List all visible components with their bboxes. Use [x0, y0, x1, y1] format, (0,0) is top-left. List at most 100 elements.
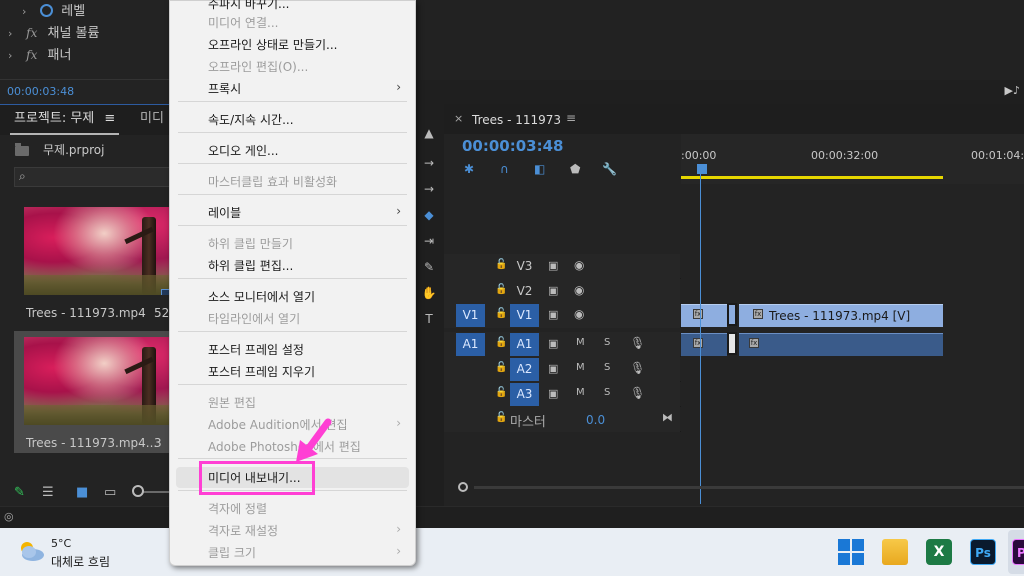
effect-controls-timecode[interactable]: 00:00:03:48 — [7, 85, 74, 98]
lock-icon[interactable]: 🔓 — [495, 259, 507, 270]
eye-icon[interactable]: ◉ — [574, 258, 584, 272]
scrollbar-handle[interactable] — [458, 482, 468, 492]
microphone-icon[interactable]: 🎙 — [630, 361, 645, 375]
menu-item[interactable]: 격자에 정렬 — [170, 498, 415, 519]
pencil-icon[interactable]: ✎ — [14, 485, 25, 500]
menu-item[interactable]: 프록시 › — [170, 78, 415, 99]
lock-icon[interactable]: 🔓 — [495, 284, 507, 295]
track-target-a1[interactable]: A1 — [510, 333, 539, 356]
menu-item[interactable]: 오프라인 편집(O)... — [170, 56, 415, 77]
stopwatch-icon[interactable] — [40, 4, 54, 17]
track-target-v3[interactable]: V3 — [510, 255, 539, 278]
ripple-edit-tool-icon[interactable]: ◆ — [414, 208, 444, 222]
pen-tool-icon[interactable]: ✎ — [414, 260, 444, 274]
panel-menu-icon[interactable]: ≡ — [566, 111, 576, 125]
lock-icon[interactable]: 🔓 — [495, 308, 507, 319]
menu-item[interactable]: 포스터 프레임 지우기 — [170, 361, 415, 382]
track-lane[interactable] — [681, 382, 1024, 407]
sync-lock-icon[interactable]: ▣ — [548, 337, 558, 350]
eye-icon[interactable]: ◉ — [574, 283, 584, 297]
panel-menu-icon[interactable]: ≡ — [104, 111, 115, 126]
tab-project[interactable]: 프로젝트: 무제 ≡ — [10, 105, 120, 135]
track-lane[interactable] — [681, 407, 1024, 432]
chevron-right-icon[interactable]: › — [8, 46, 22, 66]
playhead-line[interactable] — [700, 172, 701, 504]
mute-button[interactable]: M — [576, 337, 585, 348]
timeline-timecode[interactable]: 00:00:03:48 — [462, 137, 564, 155]
nest-toggle-icon[interactable]: ✱ — [464, 162, 474, 176]
menu-item[interactable]: 원본 편집 — [170, 392, 415, 413]
video-clip[interactable]: fx — [681, 304, 727, 327]
clip-thumbnail[interactable] — [24, 337, 170, 425]
solo-button[interactable]: S — [604, 337, 610, 348]
track-lane[interactable]: fx fx Trees - 111973.mp4 [V] — [681, 303, 1024, 328]
icon-view-icon[interactable]: ■ — [76, 485, 88, 500]
menu-item[interactable]: 미디어 연결... — [170, 12, 415, 33]
chevron-right-icon[interactable]: › — [8, 24, 22, 44]
menu-item[interactable]: 하위 클립 만들기 — [170, 233, 415, 254]
source-patch-a1[interactable]: A1 — [456, 333, 485, 356]
track-select-tool-icon[interactable]: → — [414, 182, 444, 196]
track-target-v2[interactable]: V2 — [510, 280, 539, 303]
track-target-a3[interactable]: A3 — [510, 383, 539, 406]
master-volume-value[interactable]: 0.0 — [586, 413, 605, 427]
search-input[interactable]: ⌕ — [14, 167, 170, 187]
excel-icon[interactable]: X — [926, 539, 952, 565]
menu-item[interactable]: 오프라인 상태로 만들기... — [170, 34, 415, 55]
mute-button[interactable]: M — [576, 387, 585, 398]
sync-lock-icon[interactable]: ▣ — [548, 387, 558, 400]
sync-lock-icon[interactable]: ▣ — [548, 362, 558, 375]
weather-description[interactable]: 대체로 흐림 — [51, 553, 110, 570]
photoshop-icon[interactable]: Ps — [970, 539, 996, 565]
track-lane[interactable] — [681, 357, 1024, 382]
wrench-icon[interactable]: 🔧 — [602, 162, 617, 176]
track-target-v1[interactable]: V1 — [510, 304, 539, 327]
close-icon[interactable]: × — [454, 112, 463, 125]
microphone-icon[interactable]: 🎙 — [630, 386, 645, 400]
edit-point[interactable] — [727, 303, 737, 326]
menu-item[interactable]: 타임라인에서 열기 — [170, 308, 415, 329]
go-to-end-icon[interactable]: ⧓ — [662, 411, 673, 424]
track-target-a2[interactable]: A2 — [510, 358, 539, 381]
clip-thumbnail[interactable] — [24, 207, 170, 295]
menu-item[interactable]: 하위 클립 편집... — [170, 255, 415, 276]
track-lane[interactable]: fx fx — [681, 332, 1024, 357]
video-clip[interactable]: fx Trees - 111973.mp4 [V] — [739, 304, 943, 327]
menu-item[interactable]: 클립 크기 › — [170, 542, 415, 563]
menu-item[interactable]: 마스터클립 효과 비활성화 — [170, 171, 415, 192]
list-view-icon[interactable]: ☰ — [42, 485, 54, 500]
lock-icon[interactable]: 🔓 — [495, 387, 507, 398]
sync-lock-icon[interactable]: ▣ — [548, 284, 558, 297]
file-explorer-icon[interactable] — [882, 539, 908, 565]
eye-icon[interactable]: ◉ — [574, 307, 584, 321]
source-patch-v1[interactable]: V1 — [456, 304, 485, 327]
menu-item[interactable]: 소스 모니터에서 열기 — [170, 286, 415, 307]
edit-point[interactable] — [727, 332, 737, 355]
menu-item[interactable]: 포스터 프레임 설정 — [170, 339, 415, 360]
menu-item[interactable]: 속도/지속 시간... — [170, 109, 415, 130]
freeform-view-icon[interactable]: ▭ — [104, 485, 116, 500]
play-audio-icon[interactable]: ▶♪ — [1005, 84, 1020, 97]
effect-row-panner[interactable]: › fx 패너 — [8, 45, 71, 65]
slip-tool-icon[interactable]: ⇥ — [414, 234, 444, 248]
linked-selection-icon[interactable]: ◧ — [534, 162, 545, 176]
type-tool-icon[interactable]: T — [414, 312, 444, 326]
effect-row-channel-volume[interactable]: › fx 채널 볼륨 — [8, 23, 99, 43]
hand-tool-icon[interactable]: ✋ — [414, 286, 444, 300]
menu-item[interactable]: 레이블 › — [170, 202, 415, 223]
menu-item[interactable]: Adobe Photoshop에서 편집 — [170, 436, 415, 457]
windows-start-icon[interactable] — [838, 539, 864, 565]
cloudy-weather-icon[interactable] — [16, 538, 46, 564]
menu-item[interactable]: 격자로 재설정 › — [170, 520, 415, 541]
menu-item[interactable]: 오디오 게인... — [170, 140, 415, 161]
effect-row-level[interactable]: › 레벨 — [22, 2, 85, 22]
tab-media-browser[interactable]: 미디 — [140, 105, 164, 135]
playhead-handle[interactable] — [697, 164, 707, 174]
mute-button[interactable]: M — [576, 362, 585, 373]
project-clip-item[interactable]: Trees - 111973.mp4 52 — [14, 201, 170, 323]
snap-magnet-icon[interactable]: ∩ — [500, 162, 509, 176]
time-ruler[interactable]: :00:00 00:00:32:00 00:01:04: — [681, 134, 1024, 184]
add-marker-icon[interactable]: ⬟ — [570, 162, 580, 176]
weather-temperature[interactable]: 5°C — [51, 537, 71, 550]
scrollbar-track[interactable] — [474, 486, 1024, 489]
